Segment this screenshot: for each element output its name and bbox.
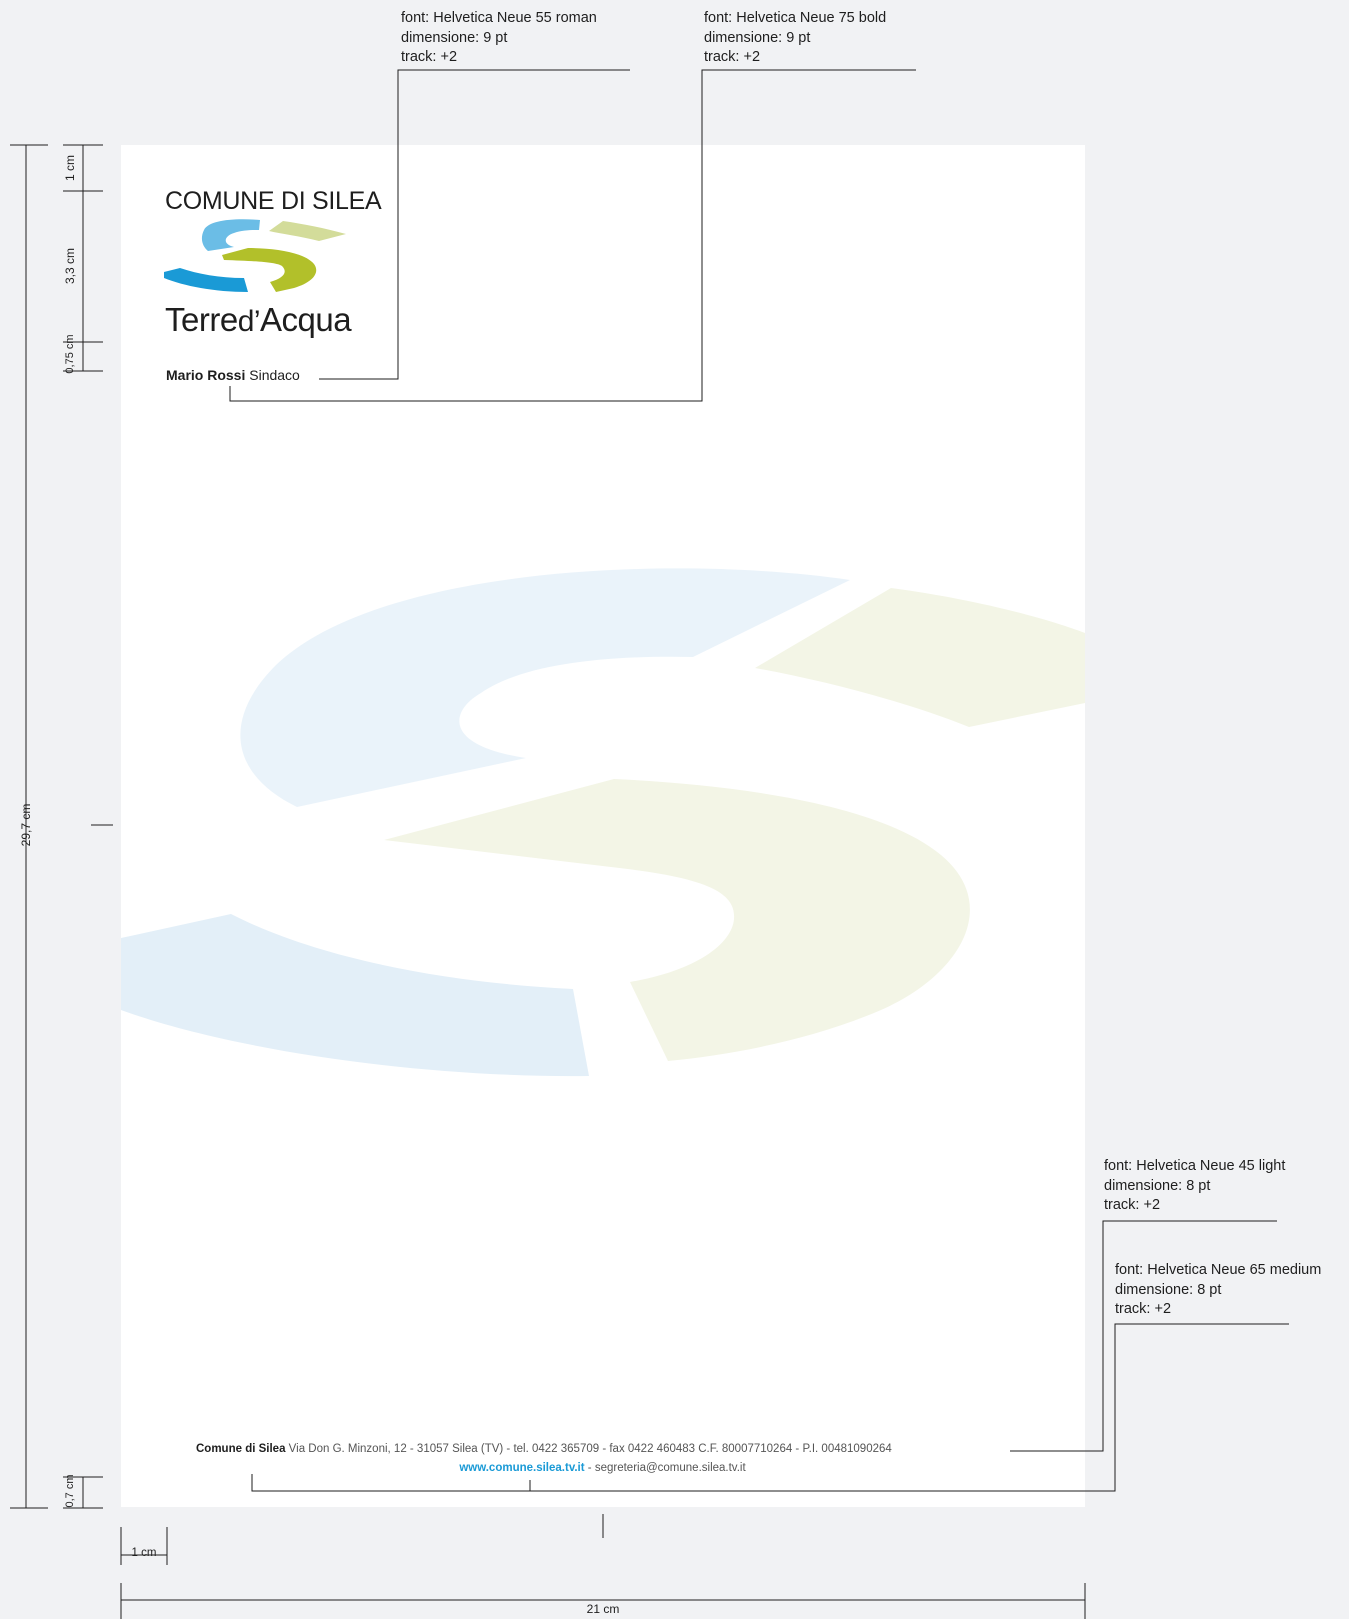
spec-bold-size: dimensione: 9 pt: [704, 29, 811, 46]
logo-blue-light-swoosh: [201, 219, 260, 251]
logo-s-mark: [164, 219, 346, 292]
signer-name: Mario Rossi: [166, 367, 246, 383]
spec-light-font: font: Helvetica Neue 45 light: [1104, 1158, 1286, 1174]
spec-roman-size: dimensione: 9 pt: [401, 29, 508, 46]
dim-page-width: 21 cm: [586, 1602, 620, 1616]
spec-medium-size: dimensione: 8 pt: [1115, 1281, 1222, 1298]
signer: Mario Rossi Sindaco: [166, 367, 300, 383]
spec-roman: font: Helvetica Neue 55 roman dimensione…: [401, 9, 597, 68]
signer-role: Sindaco: [249, 367, 300, 383]
spec-roman-font: font: Helvetica Neue 55 roman: [401, 10, 597, 26]
watermark-green-upper: [755, 588, 1085, 727]
watermark-s-logo: [121, 568, 1085, 1077]
dim-page-height: 29,7 cm: [19, 803, 33, 847]
letterhead-sheet: [121, 145, 1085, 1507]
brand-acqua: Acqua: [260, 301, 352, 338]
dim-bottom-margin: 0,7 cm: [64, 1474, 76, 1508]
spec-light: font: Helvetica Neue 45 light dimensione…: [1104, 1157, 1285, 1216]
logo-blue-dark-swoosh: [164, 268, 248, 292]
dim-logo-height: 3,3 cm: [63, 248, 77, 285]
spec-bold: font: Helvetica Neue 75 bold dimensione:…: [704, 9, 886, 68]
spec-bold-track: track: +2: [704, 49, 761, 65]
footer-contact-line: www.comune.silea.tv.it - segreteria@comu…: [0, 1462, 1205, 1474]
logo-green-light-shape: [269, 221, 346, 241]
spec-medium-font: font: Helvetica Neue 65 medium: [1115, 1262, 1322, 1278]
footer-separator: -: [587, 1462, 592, 1474]
spec-medium-track: track: +2: [1115, 1301, 1172, 1317]
watermark-blue-lower: [121, 914, 589, 1077]
brand-name: Terred’Acqua: [165, 301, 352, 339]
spec-light-track: track: +2: [1104, 1197, 1161, 1213]
spec-bold-font: font: Helvetica Neue 75 bold: [704, 10, 887, 26]
dim-top-margin: 1 cm: [63, 155, 77, 182]
brand-terre: Terre: [165, 301, 238, 338]
org-name: COMUNE DI SILEA: [165, 187, 382, 215]
footer-address-line: Comune di Silea Via Don G. Minzoni, 12 -…: [196, 1443, 892, 1455]
watermark-blue-upper: [240, 568, 850, 807]
footer-website[interactable]: www.comune.silea.tv.it: [459, 1462, 584, 1474]
spec-roman-track: track: +2: [401, 49, 458, 65]
dim-logo-gap: 0,75 cm: [64, 334, 76, 374]
footer-address: Via Don G. Minzoni, 12 - 31057 Silea (TV…: [288, 1443, 892, 1455]
footer-org: Comune di Silea: [196, 1443, 286, 1455]
dim-left-margin: 1 cm: [131, 1547, 157, 1559]
spec-light-size: dimensione: 8 pt: [1104, 1177, 1211, 1194]
spec-medium: font: Helvetica Neue 65 medium dimension…: [1115, 1261, 1321, 1320]
brand-d: d’: [237, 305, 261, 338]
footer-email[interactable]: segreteria@comune.silea.tv.it: [595, 1462, 746, 1474]
